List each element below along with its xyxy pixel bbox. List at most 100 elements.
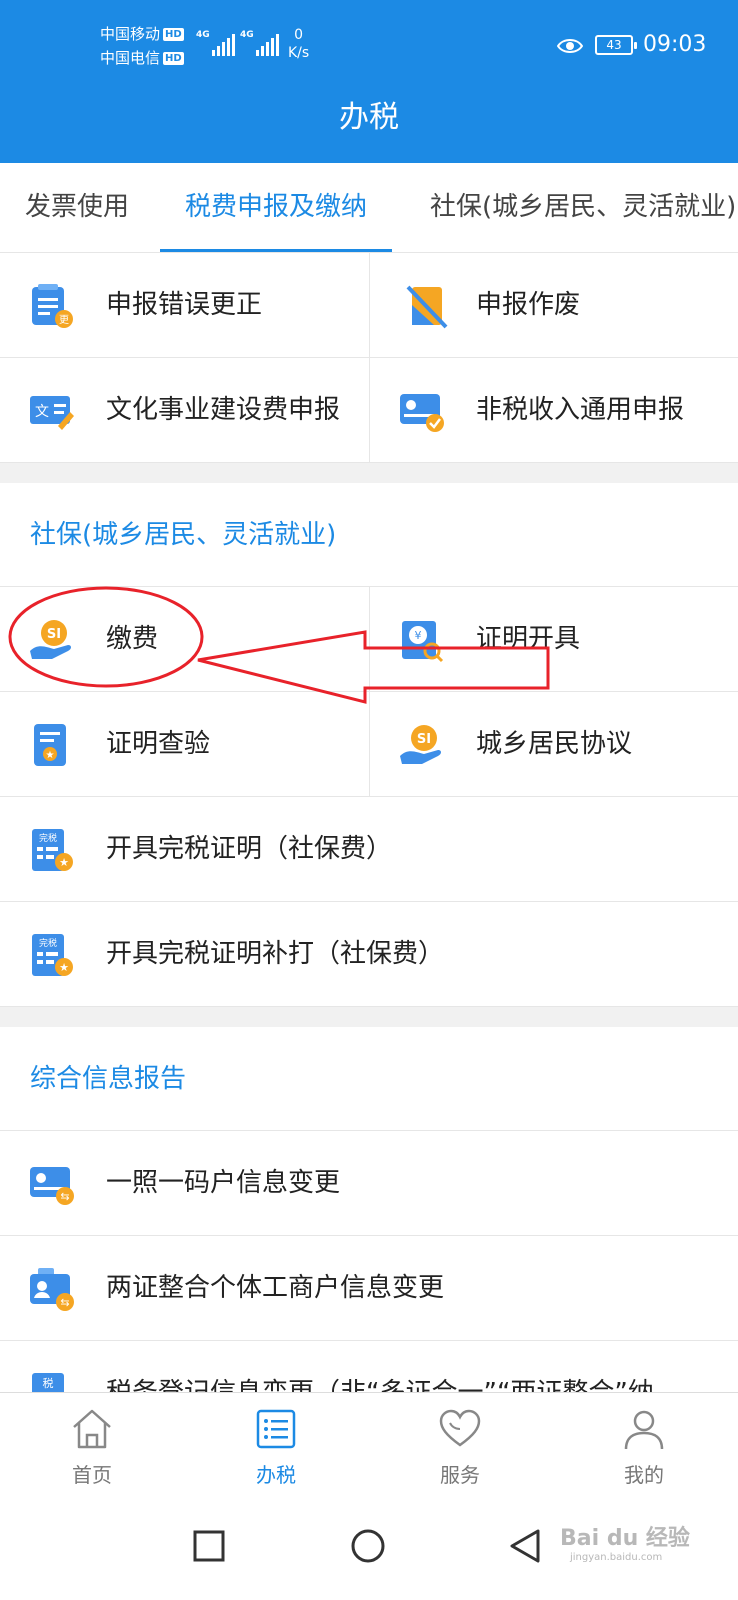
si-payment-icon: SI: [30, 620, 71, 659]
tab-social-insurance[interactable]: 社保(城乡居民、灵活就业): [430, 163, 736, 252]
signal-icon: 4G: [240, 30, 281, 56]
item-merchant-info-change[interactable]: ⇆ 两证整合个体工商户信息变更: [0, 1236, 738, 1340]
certificate-search-icon: ¥: [402, 621, 444, 663]
heart-icon: [439, 1409, 481, 1447]
list-row: 完税 ★ 开具完税证明（社保费）: [0, 797, 738, 902]
clock: 09:03: [643, 32, 707, 57]
hd-badge: HD: [163, 52, 184, 65]
item-label: 缴费: [106, 624, 159, 654]
item-tax-paid-certificate-reprint[interactable]: 完税 ★ 开具完税证明补打（社保费）: [0, 902, 738, 1006]
svg-text:税: 税: [43, 1376, 54, 1390]
hd-badge: HD: [163, 28, 184, 41]
nav-mine[interactable]: 我的: [552, 1393, 736, 1503]
item-tax-paid-certificate[interactable]: 完税 ★ 开具完税证明（社保费）: [0, 797, 738, 901]
nav-tax[interactable]: 办税: [184, 1393, 368, 1503]
section-divider: [0, 463, 738, 483]
item-label: 文化事业建设费申报: [106, 395, 341, 425]
svg-text:¥: ¥: [415, 629, 422, 642]
svg-text:更: 更: [59, 314, 69, 326]
page-title: 办税: [339, 100, 399, 135]
watermark: Bai du 经验 jingyan.baidu.com: [560, 1526, 690, 1563]
item-nontax-income-declaration[interactable]: 非税收入通用申报: [369, 358, 738, 462]
nav-label: 服务: [440, 1463, 480, 1487]
nav-service[interactable]: 服务: [368, 1393, 552, 1503]
svg-text:★: ★: [59, 856, 69, 869]
si-agreement-icon: SI: [400, 725, 441, 764]
user-icon: [624, 1410, 664, 1450]
list-row: ⇆ 两证整合个体工商户信息变更: [0, 1236, 738, 1341]
svg-text:文: 文: [35, 404, 49, 420]
list-icon: [256, 1409, 296, 1449]
carrier-1: 中国移动 HD: [100, 25, 184, 43]
item-label: 税务登记信息变更（非“多证合一”“两证整合”纳: [106, 1341, 654, 1392]
doc-void-icon: [406, 285, 448, 329]
item-certificate-issue[interactable]: ¥ 证明开具: [369, 587, 738, 691]
svg-text:⇆: ⇆: [60, 1190, 69, 1203]
tax-registration-icon: 税: [32, 1373, 64, 1392]
item-label: 城乡居民协议: [476, 729, 633, 759]
svg-text:SI: SI: [417, 732, 431, 747]
item-label: 申报作废: [476, 290, 581, 320]
item-si-agreement[interactable]: SI 城乡居民协议: [369, 692, 738, 796]
nav-label: 办税: [256, 1463, 296, 1487]
grid-row: ★ 证明查验 SI 城乡居民协议: [0, 692, 738, 797]
signal-icon: 4G: [196, 30, 237, 56]
section-title-social-insurance: 社保(城乡居民、灵活就业): [30, 520, 337, 550]
item-si-payment[interactable]: SI 缴费: [0, 587, 369, 691]
nontax-income-icon: [400, 394, 444, 432]
item-culture-fee-declaration[interactable]: 文 文化事业建设费申报: [0, 358, 369, 462]
tax-paid-reprint-icon: 完税 ★: [32, 934, 73, 976]
nav-label: 首页: [72, 1463, 112, 1487]
item-declaration-correction[interactable]: 更 申报错误更正: [0, 253, 369, 357]
item-info-change[interactable]: ⇆ 一照一码户信息变更: [0, 1131, 738, 1235]
recents-button[interactable]: [193, 1530, 225, 1562]
certificate-verify-icon: ★: [34, 724, 66, 766]
item-declaration-void[interactable]: 申报作废: [369, 253, 738, 357]
list-row: 税 税务登记信息变更（非“多证合一”“两证整合”纳: [0, 1341, 738, 1392]
list-row: 完税 ★ 开具完税证明补打（社保费）: [0, 902, 738, 1007]
nav-label: 我的: [624, 1463, 664, 1487]
merchant-change-icon: ⇆: [30, 1268, 74, 1311]
section-header: 社保(城乡居民、灵活就业): [0, 483, 738, 587]
section-title-info-report: 综合信息报告: [30, 1064, 187, 1094]
item-label: 证明查验: [106, 729, 211, 759]
item-label: 开具完税证明补打（社保费）: [106, 939, 445, 969]
network-speed: 0 K/s: [288, 27, 310, 61]
tab-tax-declaration[interactable]: 税费申报及缴纳: [159, 163, 393, 252]
home-button[interactable]: [350, 1528, 386, 1564]
item-label: 非税收入通用申报: [476, 395, 685, 425]
grid-row: SI 缴费 ¥ 证明开具: [0, 587, 738, 692]
item-label: 一照一码户信息变更: [106, 1168, 341, 1198]
item-certificate-verify[interactable]: ★ 证明查验: [0, 692, 369, 796]
svg-text:SI: SI: [47, 627, 61, 642]
list-row: ⇆ 一照一码户信息变更: [0, 1131, 738, 1236]
item-label: 开具完税证明（社保费）: [106, 834, 393, 864]
eye-comfort-icon: [557, 39, 583, 53]
top-bar: 中国移动 HD 中国电信 HD 4G 4G 0 K/s 43 09:03 办税: [0, 0, 738, 163]
svg-text:★: ★: [59, 961, 69, 974]
svg-text:★: ★: [46, 750, 55, 761]
svg-text:完税: 完税: [39, 832, 57, 844]
grid-row: 文 文化事业建设费申报 非税收入通用申报: [0, 358, 738, 463]
svg-text:完税: 完税: [39, 937, 57, 949]
doc-correct-icon: 更: [32, 284, 73, 328]
home-icon: [73, 1409, 111, 1449]
tab-invoice-use[interactable]: 发票使用: [25, 163, 129, 252]
info-change-icon: ⇆: [30, 1167, 74, 1205]
culture-fee-icon: 文: [30, 396, 74, 430]
item-tax-registration-change[interactable]: 税 税务登记信息变更（非“多证合一”“两证整合”纳: [0, 1341, 738, 1392]
svg-text:⇆: ⇆: [60, 1296, 69, 1309]
carrier-2: 中国电信 HD: [100, 49, 184, 67]
back-button[interactable]: [508, 1528, 542, 1564]
section-header: 综合信息报告: [0, 1027, 738, 1131]
bottom-nav: 首页 办税 服务 我的: [0, 1392, 738, 1502]
tax-paid-cert-icon: 完税 ★: [32, 829, 73, 871]
category-tabs: 发票使用 税费申报及缴纳 社保(城乡居民、灵活就业): [0, 163, 738, 253]
item-label: 证明开具: [476, 624, 581, 654]
item-label: 申报错误更正: [106, 290, 263, 320]
battery-icon: 43: [595, 35, 637, 55]
item-label: 两证整合个体工商户信息变更: [106, 1273, 445, 1303]
nav-home[interactable]: 首页: [0, 1393, 184, 1503]
grid-row: 更 申报错误更正 申报作废: [0, 253, 738, 358]
section-divider: [0, 1007, 738, 1027]
